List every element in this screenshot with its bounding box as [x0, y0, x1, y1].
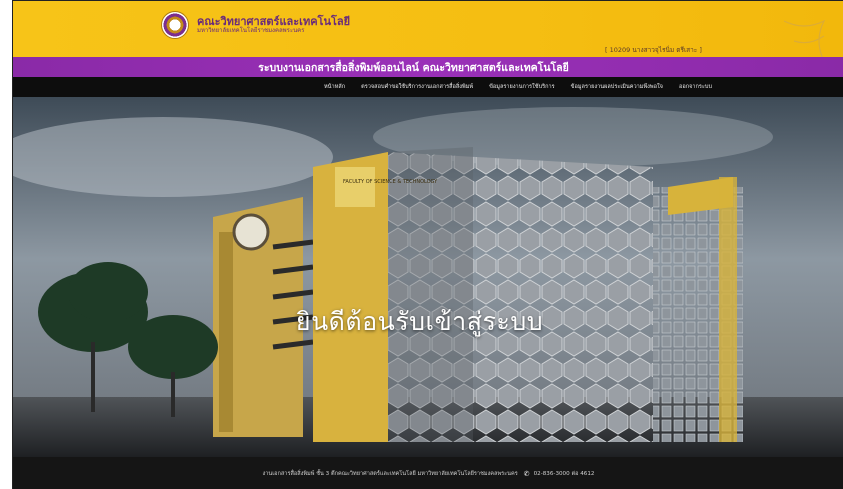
faculty-logo-icon	[161, 11, 189, 39]
nav-satisfaction-report[interactable]: ข้อมูลรายงานผลประเมินความพึงพอใจ	[571, 83, 663, 91]
nav-check-requests[interactable]: ตรวจสอบคำขอใช้บริการงานเอกสารสื่อสิ่งพิม…	[361, 83, 473, 91]
page-frame: คณะวิทยาศาสตร์และเทคโนโลยี มหาวิทยาลัยเท…	[12, 0, 843, 489]
footer-address: งานเอกสารสื่อสิ่งพิมพ์ ชั้น 3 ตึกคณะวิทย…	[262, 470, 518, 477]
org-name: คณะวิทยาศาสตร์และเทคโนโลยี	[197, 15, 351, 29]
phone-icon: ✆	[523, 469, 530, 478]
footer-phone: 02-836-3000 ต่อ 4612	[533, 470, 595, 477]
hero-banner: FACULTY OF SCIENCE & TECHNOLOGY ยินดีต้อ…	[13, 97, 843, 457]
site-header: คณะวิทยาศาสตร์และเทคโนโลยี มหาวิทยาลัยเท…	[13, 1, 843, 272]
nav-home[interactable]: หน้าหลัก	[324, 83, 345, 91]
nav-logout[interactable]: ออกจากระบบ	[679, 83, 712, 91]
site-footer: งานเอกสารสื่อสิ่งพิมพ์ ชั้น 3 ตึกคณะวิทย…	[13, 457, 843, 489]
org-sub: มหาวิทยาลัยเทคโนโลยีราชมงคลพระนคร	[197, 26, 305, 34]
building-image: FACULTY OF SCIENCE & TECHNOLOGY	[13, 97, 843, 457]
logo-text: คณะวิทยาศาสตร์และเทคโนโลยี มหาวิทยาลัยเท…	[197, 16, 350, 34]
system-title: ระบบงานเอกสารสื่อสิ่งพิมพ์ออนไลน์ คณะวิท…	[13, 57, 843, 77]
nav-service-report[interactable]: ข้อมูลรายงานการใช้บริการ	[489, 83, 555, 91]
site-logo-link[interactable]: คณะวิทยาศาสตร์และเทคโนโลยี มหาวิทยาลัยเท…	[161, 11, 350, 39]
building-sign-text: FACULTY OF SCIENCE & TECHNOLOGY	[343, 179, 438, 185]
welcome-heading: ยินดีต้อนรับเข้าสู่ระบบ	[295, 307, 544, 336]
main-nav: หน้าหลัก ตรวจสอบคำขอใช้บริการงานเอกสารสื…	[13, 77, 843, 97]
user-info: [ 10209 นางสาวจุไรนิ่ม ตรีเสาะ ]	[605, 46, 702, 54]
